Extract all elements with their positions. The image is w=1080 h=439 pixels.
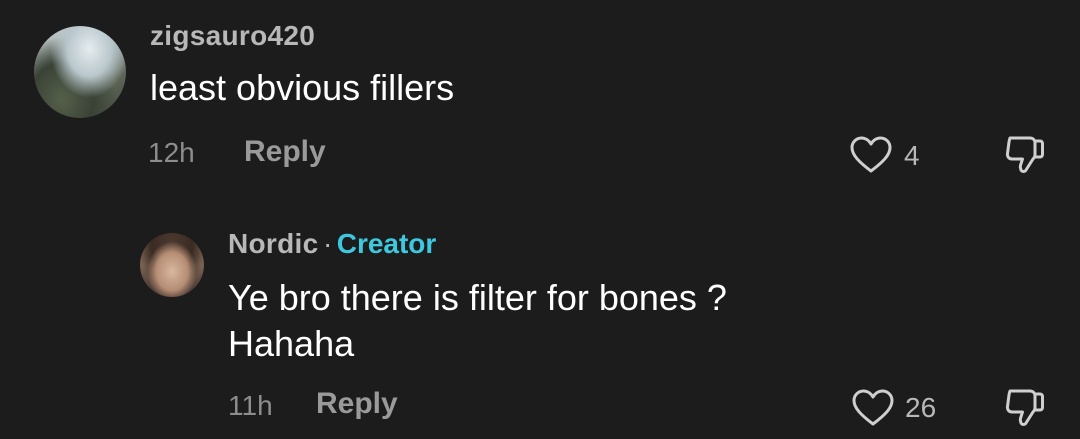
avatar[interactable] (34, 26, 126, 118)
reply-timestamp: 11h (228, 390, 273, 421)
heart-outline-icon (850, 136, 892, 173)
like-button[interactable] (851, 388, 895, 428)
thumbs-down-outline-icon (1005, 389, 1044, 426)
comment-text: least obvious fillers (150, 67, 455, 108)
comment-username[interactable]: zigsauro420 (150, 20, 315, 52)
reply-text-line-2: Hahaha (228, 323, 355, 364)
like-count: 4 (904, 140, 920, 171)
comment-timestamp: 12h (148, 137, 195, 168)
avatar[interactable] (140, 233, 204, 297)
reply-header: Nordic · Creator (228, 228, 436, 260)
thumbs-down-outline-icon (1005, 136, 1044, 173)
comments-section: zigsauro420 least obvious fillers 12h Re… (0, 0, 1080, 439)
separator: · (322, 228, 333, 259)
dislike-button[interactable] (1002, 386, 1046, 430)
dislike-button[interactable] (1002, 133, 1046, 177)
like-button[interactable] (849, 135, 893, 175)
reply-button[interactable]: Reply (316, 387, 398, 421)
reply-button[interactable]: Reply (244, 135, 326, 169)
reply-text-line-1: Ye bro there is filter for bones ? (228, 277, 727, 318)
creator-badge: Creator (336, 228, 437, 259)
like-count: 26 (905, 392, 937, 423)
reply-username[interactable]: Nordic (228, 228, 318, 259)
heart-outline-icon (852, 389, 894, 426)
